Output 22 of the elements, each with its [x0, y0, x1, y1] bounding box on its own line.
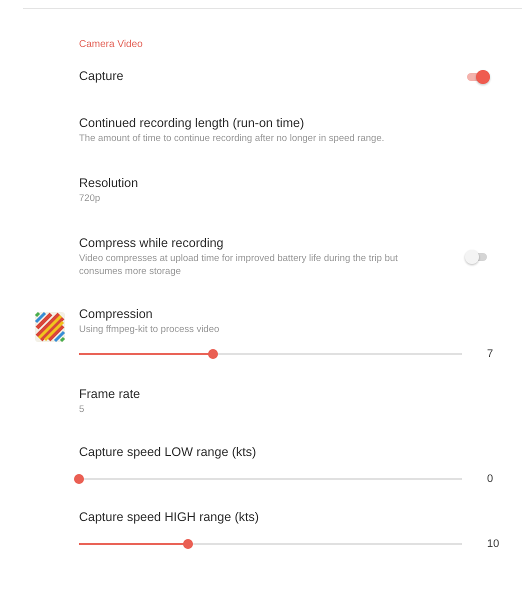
- setting-summary: 5: [79, 403, 86, 416]
- setting-title: Compress while recording: [79, 235, 225, 252]
- setting-summary: 720p: [79, 192, 102, 205]
- setting-title: Frame rate: [79, 386, 142, 403]
- slider-thumb[interactable]: [74, 474, 84, 484]
- setting-title: Resolution: [79, 175, 140, 192]
- setting-summary: Video compresses at upload time for improved battery life during the trip but consumes more storage: [79, 252, 399, 278]
- setting-summary: Using ffmpeg-kit to process video: [79, 323, 220, 336]
- slider-thumb[interactable]: [208, 349, 218, 359]
- slider-thumb[interactable]: [183, 539, 194, 549]
- slider-value: 10: [487, 538, 500, 550]
- setting-title: Capture speed LOW range (kts): [79, 444, 258, 461]
- setting-title: Compression: [79, 306, 154, 323]
- toggle-switch[interactable]: [467, 250, 489, 262]
- setting-title: Capture: [79, 68, 124, 85]
- setting-summary: The amount of time to continue recording after no longer in speed range.: [79, 132, 386, 145]
- slider-value: 0: [487, 473, 494, 485]
- slider-value: 7: [487, 348, 494, 360]
- setting-title: Continued recording length (run-on time): [79, 115, 306, 132]
- toggle-switch[interactable]: [467, 70, 489, 82]
- setting-title: Capture speed HIGH range (kts): [79, 509, 260, 526]
- section-title: Camera Video: [79, 39, 143, 50]
